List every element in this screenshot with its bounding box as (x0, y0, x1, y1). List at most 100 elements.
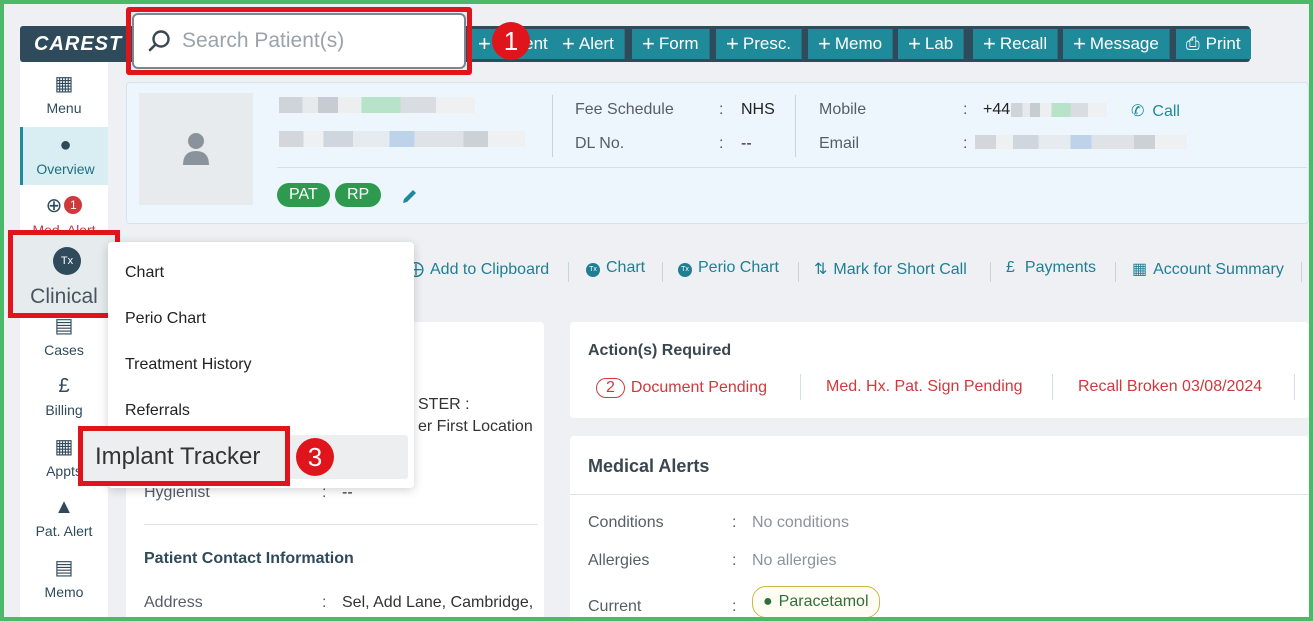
add-memo-button[interactable]: + Memo (808, 29, 894, 59)
dl-number-value: -- (741, 135, 752, 152)
plus-icon: + (818, 31, 831, 56)
medical-alerts-card: Medical Alerts Conditions : No condition… (570, 436, 1309, 617)
avatar (139, 93, 253, 205)
patient-details-redacted (279, 131, 525, 147)
tx-chart-icon: Tx (586, 263, 600, 277)
perio-chart-link[interactable]: Tx Perio Chart (678, 259, 779, 277)
list-icon: ⇅ (814, 261, 828, 278)
perio-chart-label: Perio Chart (698, 259, 779, 276)
account-summary-link[interactable]: ▦ Account Summary (1132, 259, 1284, 279)
menu-item-chart[interactable]: Chart (125, 264, 164, 282)
menu-item-treatment-history[interactable]: Treatment History (125, 356, 252, 374)
account-summary-label: Account Summary (1153, 261, 1284, 278)
divider (795, 95, 796, 157)
nav-clinical[interactable]: Tx Clinical (8, 230, 120, 318)
print-button[interactable]: ⎙ Print (1176, 29, 1251, 59)
add-recall-label: Recall (999, 34, 1048, 53)
dl-number-label: DL No. (575, 135, 625, 152)
mobile-label: Mobile (819, 101, 867, 118)
divider (277, 167, 1307, 168)
colon: : (732, 514, 737, 531)
add-lab-button[interactable]: + Lab (898, 29, 965, 59)
colon: : (963, 135, 968, 152)
nav-menu-label: Menu (46, 100, 82, 116)
search-input[interactable] (182, 25, 452, 57)
plus-icon: + (562, 31, 575, 56)
divider (990, 262, 991, 282)
colon: : (732, 552, 737, 569)
add-recall-button[interactable]: + Recall (973, 29, 1059, 59)
nav-billing[interactable]: £ Billing (20, 374, 108, 418)
nav-pat-alert[interactable]: ▲ Pat. Alert (20, 495, 108, 539)
address-value: Sel, Add Lane, Cambridge, (342, 594, 534, 611)
call-button[interactable]: ✆ Call (1131, 101, 1180, 121)
edit-pencil-icon[interactable] (401, 187, 419, 205)
add-alert-button[interactable]: + Alert (552, 29, 625, 59)
add-lab-label: Lab (924, 34, 954, 53)
fee-schedule-value: NHS (741, 101, 775, 118)
plus-icon: + (642, 31, 655, 56)
actions-required-title: Action(s) Required (588, 342, 732, 359)
nav-clinical-label: Clinical (30, 285, 98, 308)
payments-label: Payments (1024, 259, 1097, 276)
divider (798, 262, 799, 282)
search-icon (148, 30, 170, 52)
recall-broken-link[interactable]: Recall Broken 03/08/2024 (1078, 378, 1262, 396)
mobile-value: +44 (983, 101, 1011, 118)
nav-cases-label: Cases (44, 342, 84, 358)
treatment-icon: Tx (53, 247, 81, 275)
menu-item-implant-tracker[interactable]: Implant Tracker (78, 426, 290, 486)
divider (552, 95, 553, 157)
nav-menu[interactable]: ▦ Menu (20, 72, 108, 116)
billing-icon: £ (58, 375, 70, 397)
email-label: Email (819, 135, 860, 152)
patient-search[interactable] (132, 13, 466, 69)
menu-item-perio-chart[interactable]: Perio Chart (125, 310, 206, 328)
colon: : (732, 598, 737, 615)
nav-appts-label: Appts (46, 463, 82, 479)
mark-for-short-call-link[interactable]: ⇅ Mark for Short Call (814, 259, 967, 279)
nav-overview[interactable]: ● Overview (20, 127, 108, 185)
tag-pat[interactable]: PAT (277, 183, 330, 207)
plus-icon: + (1073, 31, 1086, 56)
add-form-button[interactable]: + Form (632, 29, 710, 59)
nav-overview-label: Overview (36, 161, 95, 177)
colon: : (322, 594, 327, 611)
memo-icon: ▤ (54, 557, 74, 579)
nav-memo[interactable]: ▤ Memo (20, 556, 108, 600)
add-memo-label: Memo (834, 34, 883, 53)
menu-item-referrals[interactable]: Referrals (125, 402, 190, 420)
medication-pill[interactable]: ● Paracetamol (752, 586, 880, 617)
add-message-label: Message (1089, 34, 1159, 53)
chart-link[interactable]: Tx Chart (586, 259, 645, 277)
user-placeholder-icon (183, 133, 209, 165)
email-redacted (975, 135, 1187, 149)
add-to-clipboard-link[interactable]: ⨁ Add to Clipboard (408, 259, 549, 279)
divider (662, 262, 663, 282)
conditions-label: Conditions (588, 514, 664, 531)
warning-icon: ▲ (54, 496, 74, 518)
add-form-label: Form (658, 34, 699, 53)
person-icon: ● (59, 134, 72, 156)
divider (144, 524, 538, 525)
mark-for-short-call-label: Mark for Short Call (833, 261, 967, 278)
add-prescription-button[interactable]: + Presc. (716, 29, 803, 59)
divider (570, 494, 1309, 495)
add-message-button[interactable]: + Message (1063, 29, 1170, 59)
table-icon: ▦ (1132, 261, 1148, 278)
add-circle-icon: ⊕ 1 (20, 194, 108, 218)
tag-rp[interactable]: RP (335, 183, 382, 207)
mobile-redacted (1011, 103, 1107, 117)
nav-cases[interactable]: ▤ Cases (20, 314, 108, 358)
colon: : (963, 101, 968, 118)
grid-icon: ▦ (54, 73, 74, 95)
medical-alerts-title: Medical Alerts (588, 456, 710, 476)
left-sidebar: ▦ Menu ● Overview ⊕1 Med. Alert ▤ Cases … (20, 62, 108, 617)
allergies-label: Allergies (588, 552, 650, 569)
document-pending-link[interactable]: 2 Document Pending (596, 378, 767, 398)
location-line: er First Location (418, 418, 533, 435)
medhx-sign-pending-link[interactable]: Med. Hx. Pat. Sign Pending (826, 378, 1023, 396)
payments-link[interactable]: £ Payments (1006, 259, 1096, 277)
allergies-value: No allergies (752, 552, 837, 569)
actions-required-card: Action(s) Required 2 Document Pending Med… (570, 322, 1309, 418)
